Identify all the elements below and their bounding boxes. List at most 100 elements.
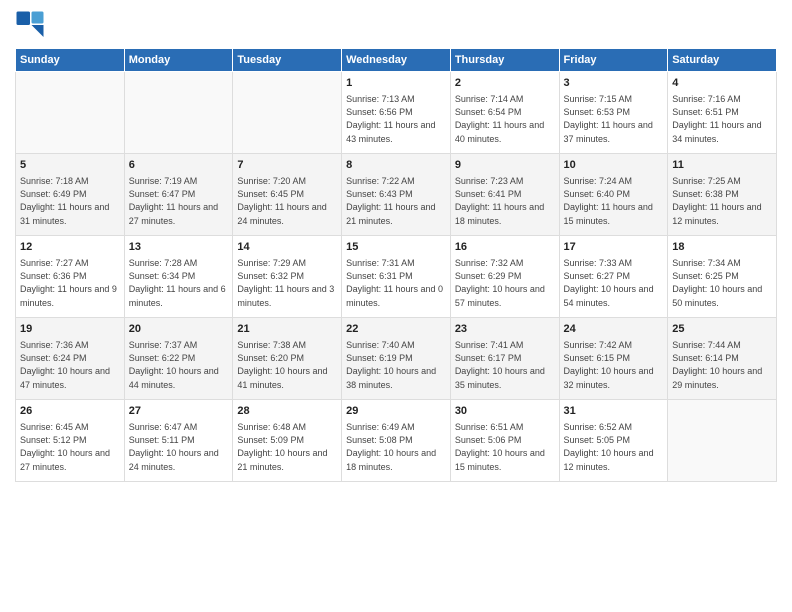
- calendar-header-row: SundayMondayTuesdayWednesdayThursdayFrid…: [16, 49, 777, 72]
- day-number: 29: [346, 404, 446, 419]
- calendar-cell: 4 Sunrise: 7:16 AM Sunset: 6:51 PM Daylig…: [668, 72, 777, 154]
- day-info: Sunrise: 7:44 AM Sunset: 6:14 PM Dayligh…: [672, 339, 772, 391]
- day-info: Sunrise: 6:48 AM Sunset: 5:09 PM Dayligh…: [237, 421, 337, 473]
- calendar-cell: 30 Sunrise: 6:51 AM Sunset: 5:06 PM Dayli…: [450, 400, 559, 482]
- day-info: Sunrise: 7:14 AM Sunset: 6:54 PM Dayligh…: [455, 93, 555, 145]
- day-info: Sunrise: 7:38 AM Sunset: 6:20 PM Dayligh…: [237, 339, 337, 391]
- calendar-week-row: 19 Sunrise: 7:36 AM Sunset: 6:24 PM Dayli…: [16, 318, 777, 400]
- day-info: Sunrise: 7:23 AM Sunset: 6:41 PM Dayligh…: [455, 175, 555, 227]
- day-info: Sunrise: 7:31 AM Sunset: 6:31 PM Dayligh…: [346, 257, 446, 309]
- calendar-cell: 1Sunrise: 7:13 AM Sunset: 6:56 PM Daylig…: [342, 72, 451, 154]
- calendar-cell: 25 Sunrise: 7:44 AM Sunset: 6:14 PM Dayli…: [668, 318, 777, 400]
- day-number: 1: [346, 76, 446, 91]
- calendar-week-row: 26 Sunrise: 6:45 AM Sunset: 5:12 PM Dayli…: [16, 400, 777, 482]
- day-info: Sunrise: 6:45 AM Sunset: 5:12 PM Dayligh…: [20, 421, 120, 473]
- day-number: 6: [129, 158, 229, 173]
- calendar-cell: [124, 72, 233, 154]
- day-number: 19: [20, 322, 120, 337]
- day-info: Sunrise: 7:36 AM Sunset: 6:24 PM Dayligh…: [20, 339, 120, 391]
- day-info: Sunrise: 6:52 AM Sunset: 5:05 PM Dayligh…: [564, 421, 664, 473]
- day-info: Sunrise: 7:22 AM Sunset: 6:43 PM Dayligh…: [346, 175, 446, 227]
- day-number: 10: [564, 158, 664, 173]
- logo: [15, 10, 49, 40]
- day-info: Sunrise: 7:19 AM Sunset: 6:47 PM Dayligh…: [129, 175, 229, 227]
- calendar-cell: 6 Sunrise: 7:19 AM Sunset: 6:47 PM Daylig…: [124, 154, 233, 236]
- day-info: Sunrise: 7:27 AM Sunset: 6:36 PM Dayligh…: [20, 257, 120, 309]
- calendar-cell: 19 Sunrise: 7:36 AM Sunset: 6:24 PM Dayli…: [16, 318, 125, 400]
- calendar-table: SundayMondayTuesdayWednesdayThursdayFrid…: [15, 48, 777, 482]
- calendar-cell: [16, 72, 125, 154]
- weekday-header-saturday: Saturday: [668, 49, 777, 72]
- day-number: 8: [346, 158, 446, 173]
- calendar-cell: 14 Sunrise: 7:29 AM Sunset: 6:32 PM Dayli…: [233, 236, 342, 318]
- day-number: 12: [20, 240, 120, 255]
- day-info: Sunrise: 7:25 AM Sunset: 6:38 PM Dayligh…: [672, 175, 772, 227]
- calendar-cell: 24 Sunrise: 7:42 AM Sunset: 6:15 PM Dayli…: [559, 318, 668, 400]
- day-number: 25: [672, 322, 772, 337]
- day-number: 22: [346, 322, 446, 337]
- day-number: 11: [672, 158, 772, 173]
- calendar-cell: 16 Sunrise: 7:32 AM Sunset: 6:29 PM Dayli…: [450, 236, 559, 318]
- day-number: 4: [672, 76, 772, 91]
- calendar-cell: 7 Sunrise: 7:20 AM Sunset: 6:45 PM Daylig…: [233, 154, 342, 236]
- calendar-cell: 2Sunrise: 7:14 AM Sunset: 6:54 PM Daylig…: [450, 72, 559, 154]
- calendar-cell: 26 Sunrise: 6:45 AM Sunset: 5:12 PM Dayli…: [16, 400, 125, 482]
- day-number: 27: [129, 404, 229, 419]
- calendar-week-row: 1Sunrise: 7:13 AM Sunset: 6:56 PM Daylig…: [16, 72, 777, 154]
- day-info: Sunrise: 7:40 AM Sunset: 6:19 PM Dayligh…: [346, 339, 446, 391]
- calendar-cell: 17 Sunrise: 7:33 AM Sunset: 6:27 PM Dayli…: [559, 236, 668, 318]
- day-number: 30: [455, 404, 555, 419]
- day-number: 7: [237, 158, 337, 173]
- calendar-cell: 18 Sunrise: 7:34 AM Sunset: 6:25 PM Dayli…: [668, 236, 777, 318]
- calendar-cell: 27 Sunrise: 6:47 AM Sunset: 5:11 PM Dayli…: [124, 400, 233, 482]
- day-number: 17: [564, 240, 664, 255]
- weekday-header-tuesday: Tuesday: [233, 49, 342, 72]
- day-number: 15: [346, 240, 446, 255]
- day-number: 13: [129, 240, 229, 255]
- day-number: 3: [564, 76, 664, 91]
- calendar-cell: 8 Sunrise: 7:22 AM Sunset: 6:43 PM Daylig…: [342, 154, 451, 236]
- day-number: 16: [455, 240, 555, 255]
- weekday-header-thursday: Thursday: [450, 49, 559, 72]
- page-header: [15, 10, 777, 40]
- calendar-cell: 23Sunrise: 7:41 AM Sunset: 6:17 PM Dayli…: [450, 318, 559, 400]
- day-info: Sunrise: 7:34 AM Sunset: 6:25 PM Dayligh…: [672, 257, 772, 309]
- day-number: 14: [237, 240, 337, 255]
- day-info: Sunrise: 7:16 AM Sunset: 6:51 PM Dayligh…: [672, 93, 772, 145]
- day-number: 9: [455, 158, 555, 173]
- calendar-cell: [233, 72, 342, 154]
- calendar-cell: 15 Sunrise: 7:31 AM Sunset: 6:31 PM Dayli…: [342, 236, 451, 318]
- calendar-cell: 9 Sunrise: 7:23 AM Sunset: 6:41 PM Daylig…: [450, 154, 559, 236]
- day-info: Sunrise: 7:18 AM Sunset: 6:49 PM Dayligh…: [20, 175, 120, 227]
- day-info: Sunrise: 7:28 AM Sunset: 6:34 PM Dayligh…: [129, 257, 229, 309]
- day-info: Sunrise: 6:51 AM Sunset: 5:06 PM Dayligh…: [455, 421, 555, 473]
- day-info: Sunrise: 7:41 AM Sunset: 6:17 PM Dayligh…: [455, 339, 555, 391]
- day-info: Sunrise: 7:20 AM Sunset: 6:45 PM Dayligh…: [237, 175, 337, 227]
- day-info: Sunrise: 6:49 AM Sunset: 5:08 PM Dayligh…: [346, 421, 446, 473]
- calendar-cell: 13 Sunrise: 7:28 AM Sunset: 6:34 PM Dayli…: [124, 236, 233, 318]
- day-number: 21: [237, 322, 337, 337]
- calendar-cell: 29 Sunrise: 6:49 AM Sunset: 5:08 PM Dayli…: [342, 400, 451, 482]
- day-number: 24: [564, 322, 664, 337]
- calendar-cell: 20Sunrise: 7:37 AM Sunset: 6:22 PM Dayli…: [124, 318, 233, 400]
- calendar-cell: 11 Sunrise: 7:25 AM Sunset: 6:38 PM Dayli…: [668, 154, 777, 236]
- day-info: Sunrise: 6:47 AM Sunset: 5:11 PM Dayligh…: [129, 421, 229, 473]
- weekday-header-wednesday: Wednesday: [342, 49, 451, 72]
- calendar-week-row: 12 Sunrise: 7:27 AM Sunset: 6:36 PM Dayli…: [16, 236, 777, 318]
- day-number: 28: [237, 404, 337, 419]
- day-number: 26: [20, 404, 120, 419]
- calendar-cell: 31 Sunrise: 6:52 AM Sunset: 5:05 PM Dayli…: [559, 400, 668, 482]
- calendar-cell: 12 Sunrise: 7:27 AM Sunset: 6:36 PM Dayli…: [16, 236, 125, 318]
- calendar-cell: 5 Sunrise: 7:18 AM Sunset: 6:49 PM Daylig…: [16, 154, 125, 236]
- day-info: Sunrise: 7:29 AM Sunset: 6:32 PM Dayligh…: [237, 257, 337, 309]
- calendar-cell: 28 Sunrise: 6:48 AM Sunset: 5:09 PM Dayli…: [233, 400, 342, 482]
- day-number: 5: [20, 158, 120, 173]
- day-info: Sunrise: 7:33 AM Sunset: 6:27 PM Dayligh…: [564, 257, 664, 309]
- day-info: Sunrise: 7:37 AM Sunset: 6:22 PM Dayligh…: [129, 339, 229, 391]
- calendar-cell: 10Sunrise: 7:24 AM Sunset: 6:40 PM Dayli…: [559, 154, 668, 236]
- day-info: Sunrise: 7:32 AM Sunset: 6:29 PM Dayligh…: [455, 257, 555, 309]
- day-number: 18: [672, 240, 772, 255]
- weekday-header-friday: Friday: [559, 49, 668, 72]
- day-number: 31: [564, 404, 664, 419]
- day-info: Sunrise: 7:42 AM Sunset: 6:15 PM Dayligh…: [564, 339, 664, 391]
